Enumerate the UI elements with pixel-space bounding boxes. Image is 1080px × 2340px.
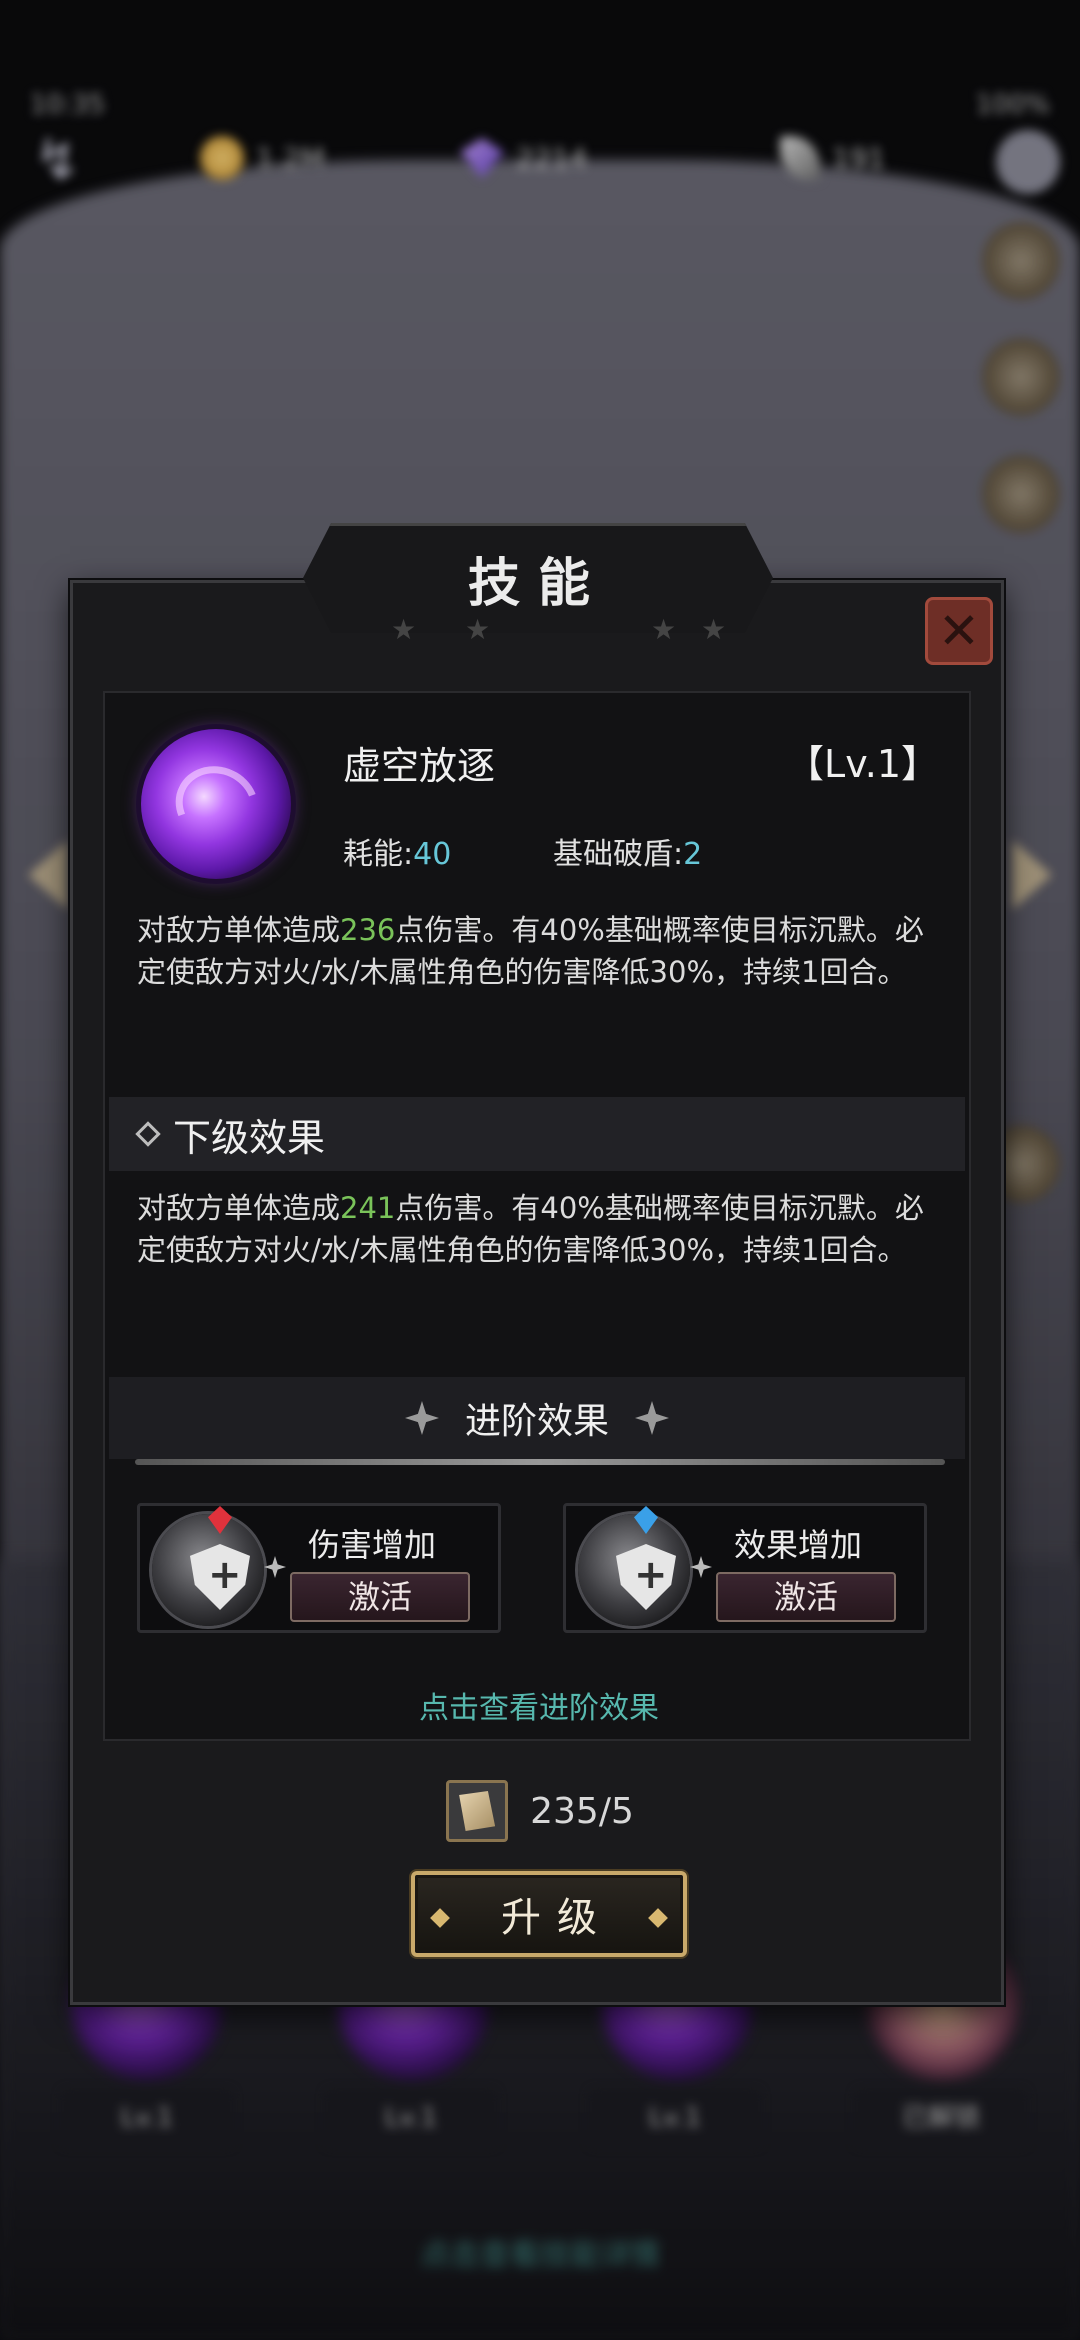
shield-break: 基础破盾:2 — [553, 829, 702, 873]
desc-text: 对敌方单体造成 — [137, 913, 341, 947]
cost-amount: 235/5 — [530, 1790, 634, 1832]
advanced-header: 进阶效果 — [109, 1377, 965, 1459]
energy-cost-value: 40 — [413, 837, 452, 872]
skill-description: 对敌方单体造成236点伤害。有40%基础概率使目标沉默。必定使敌方对火/水/木属… — [137, 909, 947, 993]
skill-card: 虚空放逐 【Lv.1】 耗能:40 基础破盾:2 对敌方单体造成236点伤害。有… — [103, 691, 971, 1741]
perk-damage-up[interactable]: 伤害增加 激活 — [137, 1503, 501, 1633]
sparkle-icon — [690, 1556, 712, 1578]
void-skill-icon — [141, 729, 291, 879]
star-decoration-icon: ★ — [465, 613, 491, 646]
shield-break-label: 基础破盾: — [553, 837, 684, 872]
skill-name: 虚空放逐 — [343, 744, 496, 788]
next-level-title: 下级效果 — [173, 1115, 326, 1160]
next-level-description: 对敌方单体造成241点伤害。有40%基础概率使目标沉默。必定使敌方对火/水/木属… — [137, 1187, 947, 1271]
diamond-ornament-icon — [430, 1908, 450, 1928]
star-decoration-icon: ★ — [391, 613, 417, 646]
skill-dialog: 技能 ★ ★ ★ ★ ✕ 虚空放逐 【Lv.1】 耗能:40 基础破盾:2 对敌… — [70, 523, 1007, 2005]
close-button[interactable]: ✕ — [925, 597, 993, 665]
perk-medal — [152, 1506, 264, 1626]
blue-gem-icon — [634, 1506, 658, 1534]
energy-cost: 耗能:40 — [343, 829, 451, 873]
view-advanced-link[interactable]: 点击查看进阶效果 — [105, 1683, 973, 1727]
upgrade-button[interactable]: 升级 — [411, 1871, 687, 1957]
scroll-material-icon[interactable] — [446, 1780, 509, 1842]
star-decoration-icon: ★ — [651, 613, 677, 646]
dialog-title: 技能 — [467, 554, 608, 614]
sparkle-icon — [404, 1401, 439, 1435]
skill-level: 【Lv.1】 — [786, 742, 939, 786]
sparkle-icon — [264, 1556, 286, 1578]
activate-button[interactable]: 激活 — [716, 1572, 896, 1622]
divider — [135, 1459, 945, 1465]
red-gem-icon — [208, 1506, 232, 1534]
diamond-ornament-icon — [648, 1908, 668, 1928]
energy-cost-label: 耗能: — [343, 837, 414, 872]
next-level-header: 下级效果 — [109, 1097, 965, 1171]
damage-value: 236 — [340, 913, 396, 947]
close-icon: ✕ — [938, 602, 980, 660]
perk-name: 效果增加 — [734, 1526, 863, 1564]
sparkle-icon — [635, 1401, 669, 1435]
desc-text: 对敌方单体造成 — [137, 1191, 341, 1225]
activate-button[interactable]: 激活 — [290, 1572, 470, 1622]
shield-plus-icon — [616, 1544, 676, 1610]
shield-break-value: 2 — [683, 837, 703, 872]
next-damage-value: 241 — [340, 1191, 396, 1225]
advanced-title: 进阶效果 — [464, 1401, 609, 1442]
upgrade-cost: 235/5 — [73, 1780, 1007, 1842]
perk-medal — [578, 1506, 690, 1626]
perk-name: 伤害增加 — [308, 1526, 437, 1564]
shield-plus-icon — [190, 1544, 250, 1610]
upgrade-label: 升级 — [501, 1895, 613, 1941]
perk-effect-up[interactable]: 效果增加 激活 — [563, 1503, 927, 1633]
star-decoration-icon: ★ — [701, 613, 727, 646]
diamond-icon — [135, 1121, 161, 1147]
